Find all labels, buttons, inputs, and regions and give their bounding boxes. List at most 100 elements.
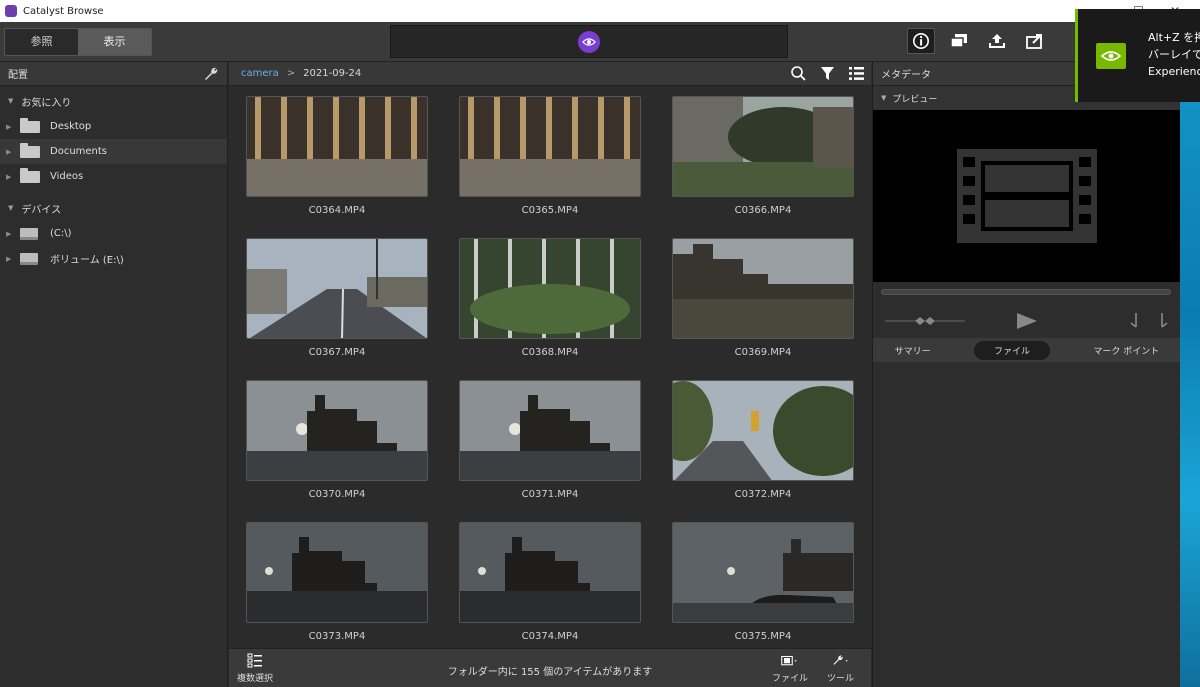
overlay-line: Experience [1148, 65, 1200, 78]
expand-triangle-icon: ▶ [6, 229, 12, 238]
copy-icon [950, 34, 967, 48]
app-icon [5, 5, 17, 17]
favorites-label: お気に入り [21, 97, 72, 109]
breadcrumb: camera > 2021-09-24 [229, 62, 871, 86]
mark-out-icon[interactable] [1157, 313, 1169, 329]
overlay-line: バーレイで [1148, 48, 1200, 61]
catalyst-eye-icon [578, 30, 600, 53]
tab-summary[interactable]: サマリー [895, 344, 931, 357]
clip-filename: C0364.MP4 [308, 205, 366, 216]
sidebar-item-label: Desktop [50, 121, 92, 132]
sidebar-item-drive-c[interactable]: ▶ (C:\) [0, 221, 227, 246]
upload-icon [989, 34, 1005, 48]
thumbnail-image [459, 96, 641, 197]
browser-actions [790, 65, 865, 82]
expand-triangle-icon: ▶ [6, 122, 12, 131]
mode-switch: 参照 表示 [4, 28, 152, 56]
search-icon[interactable] [790, 65, 807, 82]
clip-browser: camera > 2021-09-24 C0364.MP4 C0365.MP4 C0… [229, 62, 871, 687]
play-icon[interactable] [1015, 312, 1039, 330]
clip-thumbnail[interactable]: C0368.MP4 [459, 238, 641, 358]
clip-thumbnail[interactable]: C0364.MP4 [246, 96, 428, 216]
breadcrumb-separator: > [286, 68, 296, 79]
clip-thumbnail[interactable]: C0371.MP4 [459, 380, 641, 500]
breadcrumb-root[interactable]: camera [241, 68, 279, 79]
clip-thumbnail[interactable]: C0375.MP4 [672, 522, 854, 642]
filter-icon[interactable] [819, 65, 836, 82]
export-button[interactable] [1021, 28, 1049, 54]
folder-icon [20, 117, 40, 133]
clip-filename: C0373.MP4 [308, 631, 366, 642]
sidebar-item-label: Documents [50, 146, 108, 157]
breadcrumb-current: 2021-09-24 [303, 68, 362, 79]
preview-viewer [873, 110, 1181, 282]
clip-thumbnail[interactable]: C0373.MP4 [246, 522, 428, 642]
upload-button[interactable] [983, 28, 1011, 54]
tools-menu-button[interactable]: ツール [827, 653, 854, 684]
location-panel: 配置 ▼ お気に入り ▶ Desktop ▶ Documents ▶ Video… [0, 62, 228, 687]
info-button[interactable] [907, 28, 935, 54]
file-menu-label: ファイル [772, 674, 809, 684]
devices-section[interactable]: ▼ デバイス [0, 195, 227, 221]
clip-filename: C0372.MP4 [734, 489, 792, 500]
tab-file[interactable]: ファイル [974, 340, 1051, 360]
wrench-icon[interactable] [203, 66, 219, 82]
thumbnail-image [672, 380, 854, 481]
nvidia-logo-icon [1096, 43, 1126, 69]
timeline-scrubber[interactable] [881, 289, 1171, 295]
overlay-line: Alt+Z を押 [1148, 31, 1200, 44]
film-dropdown-icon [781, 655, 797, 666]
tab-browse[interactable]: 参照 [5, 29, 78, 55]
metadata-tabs: サマリー ファイル マーク ポイント [873, 338, 1181, 362]
clip-thumbnail[interactable]: C0374.MP4 [459, 522, 641, 642]
folder-icon [20, 142, 40, 158]
sidebar-item-videos[interactable]: ▶ Videos [0, 164, 227, 189]
nvidia-overlay-notification[interactable]: Alt+Z を押 バーレイで Experience [1075, 9, 1200, 102]
center-logo-area [390, 25, 788, 58]
drive-icon [20, 227, 38, 240]
expand-triangle-icon: ▶ [6, 254, 12, 263]
mark-in-icon[interactable] [1129, 313, 1141, 329]
playback-controls [873, 304, 1181, 338]
thumbnail-image [672, 238, 854, 339]
tab-view[interactable]: 表示 [78, 29, 151, 55]
favorites-section[interactable]: ▼ お気に入り [0, 88, 227, 114]
thumbnail-image [459, 238, 641, 339]
clip-filename: C0365.MP4 [521, 205, 579, 216]
sidebar-item-drive-e[interactable]: ▶ ボリューム (E:\) [0, 246, 227, 271]
desktop-background [1180, 62, 1200, 687]
thumbnail-image [459, 380, 641, 481]
thumbnail-image [459, 522, 641, 623]
expand-triangle-icon: ▶ [6, 147, 12, 156]
export-icon [1026, 34, 1042, 49]
clip-thumbnail[interactable]: C0365.MP4 [459, 96, 641, 216]
thumbnail-image [246, 238, 428, 339]
collapse-triangle-icon: ▼ [8, 204, 14, 212]
folder-icon [20, 167, 40, 183]
preview-label: プレビュー [892, 94, 938, 105]
list-view-icon[interactable] [848, 65, 865, 82]
clip-thumbnail[interactable]: C0370.MP4 [246, 380, 428, 500]
tools-menu-label: ツール [827, 674, 855, 684]
tab-mark-points[interactable]: マーク ポイント [1093, 344, 1159, 357]
sidebar-item-label: Videos [50, 171, 84, 182]
clip-filename: C0366.MP4 [734, 205, 792, 216]
clip-thumbnail[interactable]: C0369.MP4 [672, 238, 854, 358]
clip-filename: C0371.MP4 [521, 489, 579, 500]
sidebar-item-desktop[interactable]: ▶ Desktop [0, 114, 227, 139]
thumbnail-image [672, 522, 854, 623]
copy-button[interactable] [945, 28, 973, 54]
overlay-text: Alt+Z を押 バーレイで Experience [1148, 29, 1200, 80]
audio-level-icon [885, 317, 965, 325]
clip-thumbnail[interactable]: C0367.MP4 [246, 238, 428, 358]
clip-filename: C0369.MP4 [734, 347, 792, 358]
status-bar: 複数選択 フォルダー内に 155 個のアイテムがあります ファイル ツール [229, 648, 871, 687]
clip-thumbnail[interactable]: C0366.MP4 [672, 96, 854, 216]
thumbnail-image [246, 522, 428, 623]
devices-label: デバイス [21, 204, 62, 216]
file-menu-button[interactable]: ファイル [772, 653, 808, 684]
thumbnail-image [246, 380, 428, 481]
clip-thumbnail[interactable]: C0372.MP4 [672, 380, 854, 500]
collapse-triangle-icon: ▼ [881, 94, 887, 102]
sidebar-item-documents[interactable]: ▶ Documents [0, 139, 227, 164]
